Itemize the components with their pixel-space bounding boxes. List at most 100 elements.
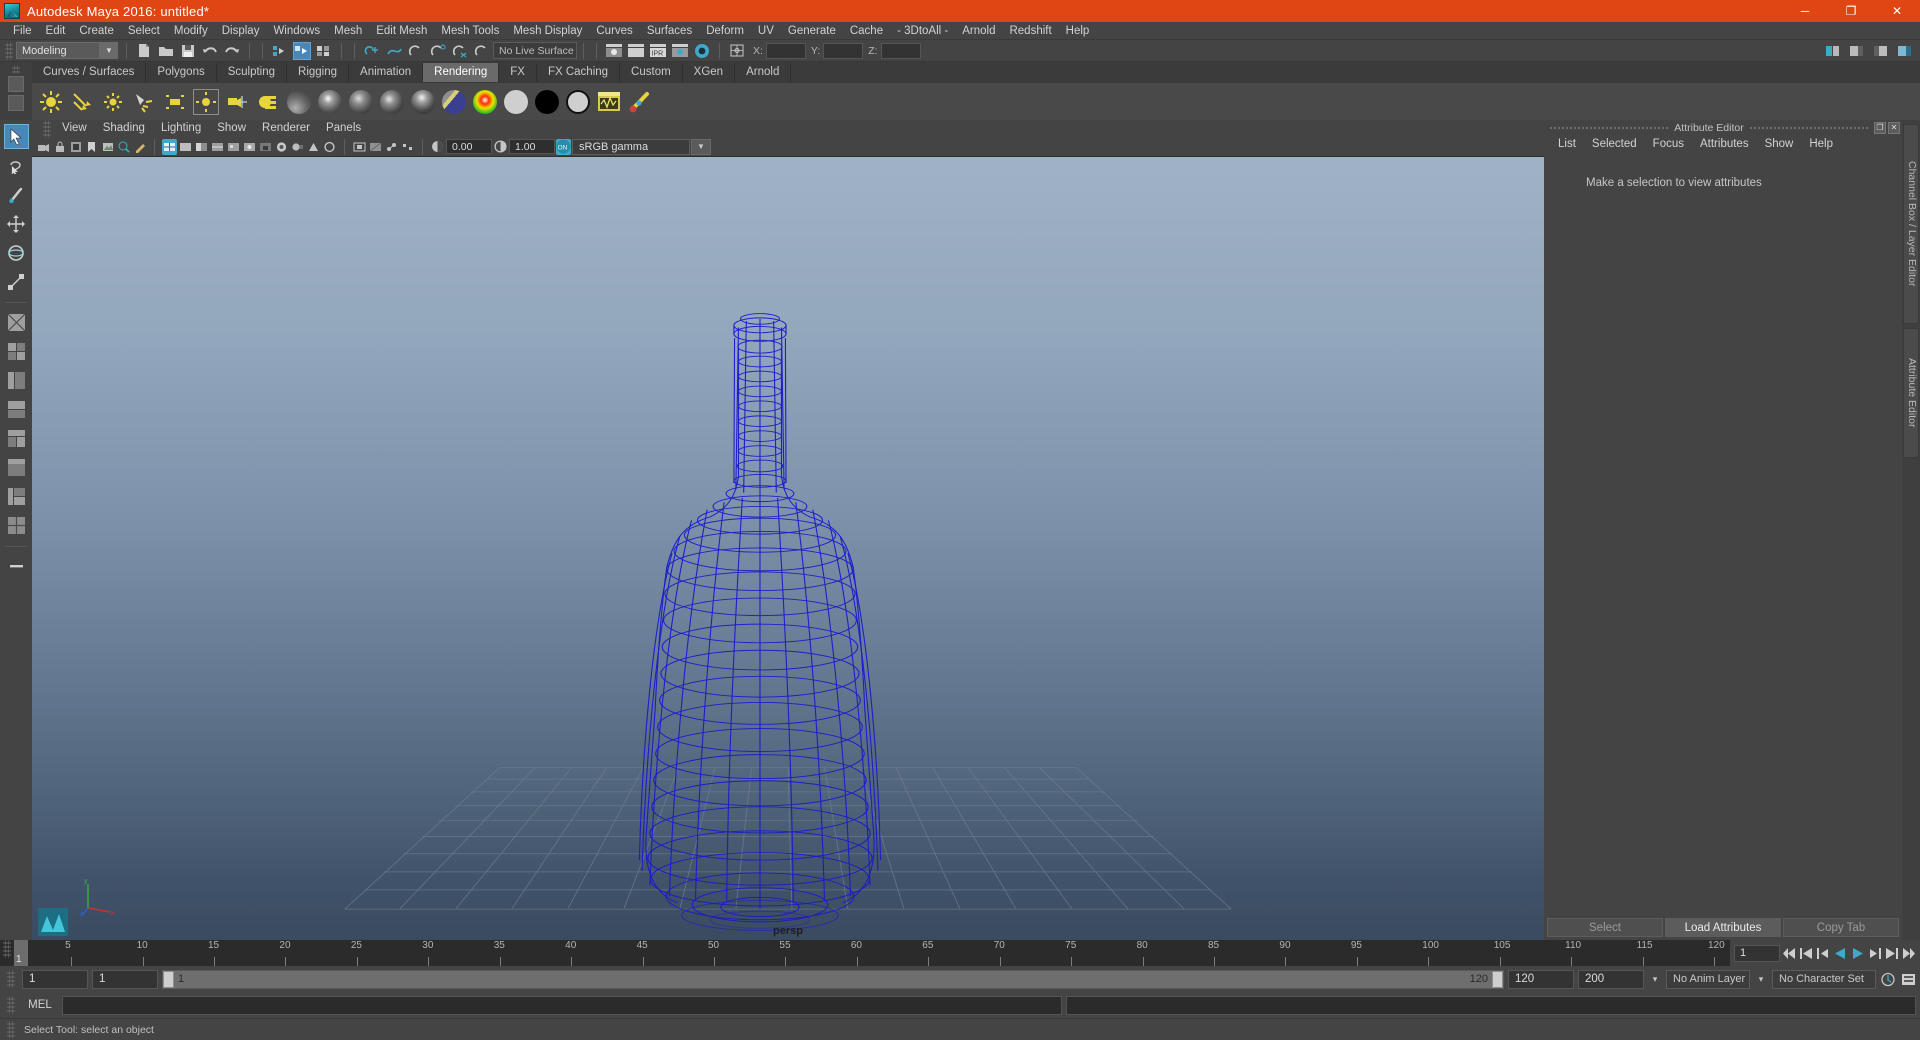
phong-material-icon[interactable]: [348, 89, 374, 115]
menu-modify[interactable]: Modify: [167, 22, 215, 40]
menu-mesh-tools[interactable]: Mesh Tools: [434, 22, 506, 40]
set-pivot-icon[interactable]: [728, 42, 746, 60]
menu-display[interactable]: Display: [215, 22, 267, 40]
lock-camera-icon[interactable]: [52, 139, 67, 155]
snap-to-view-plane-icon[interactable]: [451, 42, 469, 60]
timeslider-grip[interactable]: [3, 940, 11, 958]
select-button[interactable]: Select: [1547, 918, 1663, 937]
select-by-object-type-icon[interactable]: [293, 41, 311, 60]
open-scene-icon[interactable]: [157, 42, 175, 60]
hypershade-icon[interactable]: [693, 42, 711, 60]
shelf-tab-rendering[interactable]: Rendering: [423, 63, 500, 82]
panel-menu-shading[interactable]: Shading: [95, 120, 153, 137]
shelf-tab-polygons[interactable]: Polygons: [146, 63, 217, 82]
hypershade-window-icon[interactable]: [596, 89, 622, 115]
menu-edit-mesh[interactable]: Edit Mesh: [369, 22, 434, 40]
four-view-alt-layout-button[interactable]: [4, 513, 29, 538]
panel-menu-panels[interactable]: Panels: [318, 120, 369, 137]
menu-uv[interactable]: UV: [751, 22, 781, 40]
play-forwards-icon[interactable]: [1849, 945, 1865, 962]
range-slider[interactable]: 1 120: [162, 969, 1504, 989]
menu-edit[interactable]: Edit: [39, 22, 73, 40]
maximize-button[interactable]: ❐: [1828, 0, 1874, 22]
exposure-value[interactable]: 0.00: [446, 139, 492, 154]
show-hide-modeling-toolkit-icon[interactable]: [1824, 42, 1842, 60]
animation-preferences-icon[interactable]: [1900, 971, 1916, 988]
y-input[interactable]: [823, 42, 864, 59]
ae-menu-attributes[interactable]: Attributes: [1692, 135, 1757, 153]
commandline-grip[interactable]: [7, 996, 15, 1014]
ramp-shader-icon[interactable]: [472, 89, 498, 115]
live-surface-field[interactable]: No Live Surface: [493, 42, 577, 59]
shelf-tab-arnold[interactable]: Arnold: [735, 63, 792, 82]
snap-to-grid-icon[interactable]: [363, 42, 381, 60]
undo-icon[interactable]: [201, 42, 219, 60]
point-light-icon[interactable]: [100, 89, 126, 115]
xray-icon[interactable]: [368, 139, 383, 155]
character-set-chevron-icon[interactable]: ▾: [1754, 974, 1768, 985]
menu-cache[interactable]: Cache: [843, 22, 890, 40]
make-live-icon[interactable]: [473, 42, 491, 60]
range-slider-right-handle[interactable]: [1492, 970, 1503, 988]
shelf-tab-sculpting[interactable]: Sculpting: [216, 63, 288, 82]
go-to-end-icon[interactable]: [1900, 945, 1916, 962]
menu-file[interactable]: File: [6, 22, 39, 40]
anim-layer-chevron-icon[interactable]: ▾: [1648, 974, 1662, 985]
menu-mesh[interactable]: Mesh: [327, 22, 369, 40]
range-slider-left-handle[interactable]: [163, 970, 174, 988]
use-all-lights-icon[interactable]: [242, 139, 257, 155]
shelf-options-menu-icon[interactable]: [8, 95, 24, 111]
rangeslider-grip[interactable]: [7, 970, 15, 988]
play-backwards-icon[interactable]: [1832, 945, 1848, 962]
close-button[interactable]: ✕: [1874, 0, 1920, 22]
current-time-indicator[interactable]: 1: [14, 940, 28, 966]
shading-map-icon[interactable]: [565, 89, 591, 115]
lambert-material-icon[interactable]: [286, 89, 312, 115]
isolate-select-icon[interactable]: [352, 139, 367, 155]
step-forward-frame-icon[interactable]: [1866, 945, 1882, 962]
blinn-material-icon[interactable]: [317, 89, 343, 115]
close-icon[interactable]: ✕: [1888, 121, 1901, 134]
xray-joints-icon[interactable]: [384, 139, 399, 155]
helpline-grip[interactable]: [7, 1020, 15, 1039]
chevron-down-icon[interactable]: ▼: [100, 42, 118, 59]
menu-deform[interactable]: Deform: [699, 22, 751, 40]
menu-help[interactable]: Help: [1059, 22, 1097, 40]
panel-menu-view[interactable]: View: [54, 120, 95, 137]
menu-curves[interactable]: Curves: [589, 22, 639, 40]
animation-end-time-field[interactable]: 200: [1578, 969, 1644, 989]
auto-keyframe-toggle-icon[interactable]: [1880, 971, 1896, 988]
step-forward-key-icon[interactable]: [1883, 945, 1899, 962]
paint-effects-icon[interactable]: [627, 89, 653, 115]
shelf-tab-fx[interactable]: FX: [499, 63, 537, 82]
snap-to-curve-icon[interactable]: [385, 42, 403, 60]
screen-space-ao-icon[interactable]: [274, 139, 289, 155]
step-back-frame-icon[interactable]: [1815, 945, 1831, 962]
camera-attributes-icon[interactable]: [68, 139, 83, 155]
depth-of-field-icon[interactable]: [322, 139, 337, 155]
shelf-grip[interactable]: [12, 65, 20, 73]
select-by-component-icon[interactable]: [315, 42, 333, 60]
menu-select[interactable]: Select: [121, 22, 167, 40]
move-tool-button[interactable]: [4, 211, 29, 236]
menu-redshift[interactable]: Redshift: [1002, 22, 1058, 40]
range-end-time-field[interactable]: 120: [1508, 969, 1574, 989]
time-slider-ruler[interactable]: 1 5 10 15 20 25 30 35 40 45 50 55 60 65 70 75 80 85 90 95 1…: [14, 940, 1730, 966]
minimize-button[interactable]: ─: [1782, 0, 1828, 22]
menu-mesh-display[interactable]: Mesh Display: [506, 22, 589, 40]
menu-3dtoall[interactable]: - 3DtoAll -: [890, 22, 955, 40]
side-tab-attribute-editor[interactable]: Attribute Editor: [1903, 328, 1919, 458]
image-plane-icon[interactable]: [100, 139, 115, 155]
grease-pencil-icon[interactable]: [132, 139, 147, 155]
ambient-light-icon[interactable]: [38, 89, 64, 115]
smooth-shade-all-icon[interactable]: [178, 139, 193, 155]
snap-to-point-icon[interactable]: [407, 42, 425, 60]
hypershade-layout-button[interactable]: [4, 426, 29, 451]
menu-arnold[interactable]: Arnold: [955, 22, 1002, 40]
light-editor-icon[interactable]: [255, 89, 281, 115]
new-scene-icon[interactable]: [135, 42, 153, 60]
use-background-icon[interactable]: [534, 89, 560, 115]
side-tab-channel-box[interactable]: Channel Box / Layer Editor: [1903, 124, 1919, 324]
show-hide-attribute-editor-icon[interactable]: [1848, 42, 1866, 60]
shelf-tab-xgen[interactable]: XGen: [682, 63, 736, 82]
